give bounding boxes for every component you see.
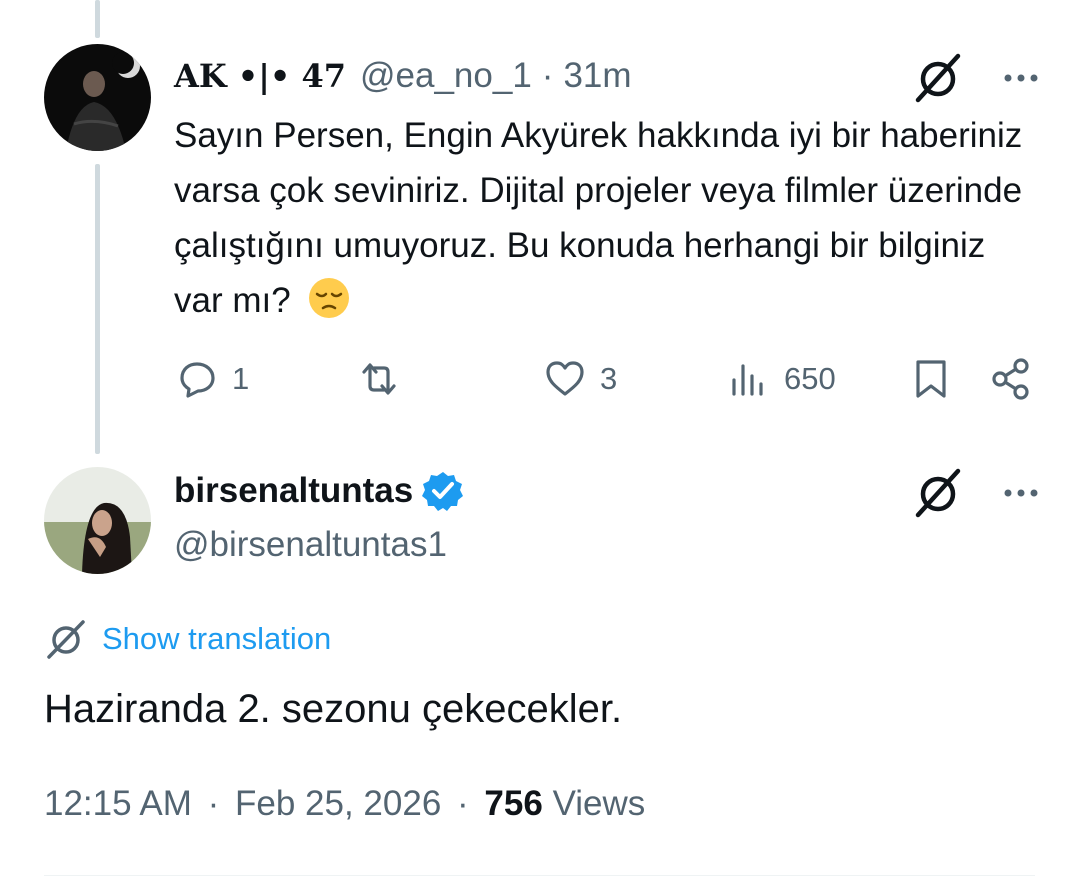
reply-body: Sayın Persen, Engin Akyürek hakkında iyi…: [174, 116, 1023, 320]
separator: ·: [541, 56, 554, 95]
views-count[interactable]: 756: [484, 784, 542, 823]
main-tweet: birsenaltuntas @birsenaltuntas1 Show tra…: [0, 455, 1079, 881]
reply-icon: [180, 362, 215, 398]
avatar[interactable]: [44, 44, 151, 151]
reply-header: AK •|• 47 @ea_no_1 · 31m: [174, 54, 632, 98]
retweet-button[interactable]: [356, 352, 402, 406]
more-icon[interactable]: [1000, 57, 1042, 99]
like-button[interactable]: 3: [542, 352, 617, 406]
separator: ·: [207, 784, 220, 823]
retweet-icon: [362, 363, 396, 395]
reply-top-actions: [912, 52, 1042, 104]
handle[interactable]: @ea_no_1: [360, 54, 532, 98]
reply-count: 1: [232, 361, 250, 396]
reply-button[interactable]: 1: [174, 352, 249, 406]
views-label: Views: [552, 784, 646, 823]
like-icon: [546, 361, 584, 396]
main-top-actions: [912, 467, 1042, 519]
more-icon[interactable]: [1000, 472, 1042, 514]
display-name[interactable]: birsenaltuntas: [174, 469, 413, 513]
reply-actions: 1 3 650: [174, 352, 1040, 406]
tweet-meta: 12:15 AM · Feb 25, 2026 · 756 Views: [44, 781, 645, 827]
view-count: 650: [784, 361, 836, 396]
show-translation[interactable]: Show translation: [44, 617, 331, 661]
like-count: 3: [600, 361, 618, 396]
tweet-text: Haziranda 2. sezonu çekecekler.: [44, 687, 623, 731]
reply-text: Sayın Persen, Engin Akyürek hakkında iyi…: [174, 108, 1034, 328]
verified-badge-icon[interactable]: [421, 469, 465, 513]
tweet-date[interactable]: Feb 25, 2026: [235, 784, 441, 823]
share-icon: [992, 358, 1029, 400]
views-button[interactable]: 650: [726, 352, 836, 406]
reply-tweet[interactable]: AK •|• 47 @ea_no_1 · 31m Sayın Persen, E…: [0, 0, 1079, 455]
bookmark-icon: [916, 360, 946, 398]
grok-icon[interactable]: [912, 52, 964, 104]
display-name[interactable]: AK •|• 47: [174, 54, 346, 98]
grok-icon[interactable]: [912, 467, 964, 519]
separator: ·: [457, 784, 469, 823]
avatar[interactable]: [44, 467, 151, 574]
divider: [44, 875, 1035, 876]
handle[interactable]: @birsenaltuntas1: [174, 523, 447, 567]
show-translation-label[interactable]: Show translation: [102, 621, 331, 657]
views-icon: [732, 364, 763, 396]
bookmark-button[interactable]: [908, 352, 954, 406]
tweet-time[interactable]: 12:15 AM: [44, 784, 192, 823]
pensive-face-icon: [308, 278, 349, 318]
timestamp[interactable]: 31m: [563, 54, 631, 98]
share-button[interactable]: [988, 352, 1034, 406]
main-name-row: birsenaltuntas: [174, 469, 465, 513]
translate-icon: [47, 620, 85, 659]
